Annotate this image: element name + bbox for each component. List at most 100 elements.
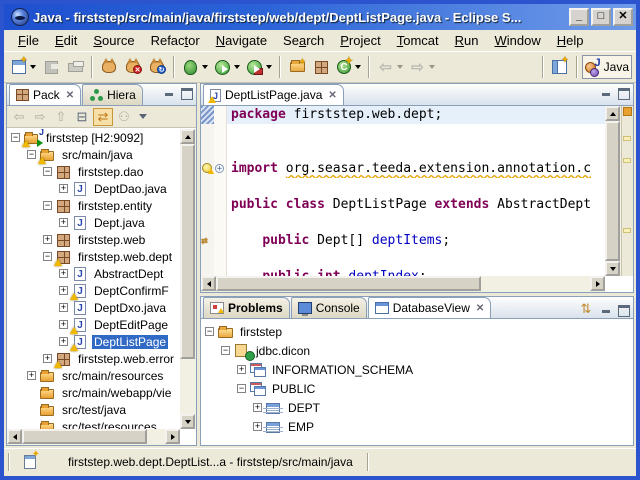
code-line[interactable]: ⇄ public Dept[] deptItems;: [201, 232, 605, 250]
package-tree-hscrollbar[interactable]: [7, 429, 180, 445]
expand-icon[interactable]: +: [59, 303, 68, 312]
editor-hscrollbar[interactable]: [201, 276, 605, 292]
close-button[interactable]: ✕: [613, 8, 633, 26]
tree-item[interactable]: +DeptDxo.java: [7, 299, 180, 316]
expand-icon[interactable]: +: [27, 371, 36, 380]
scroll-right-button[interactable]: [165, 429, 180, 444]
warning-marker[interactable]: [623, 136, 631, 141]
run-button[interactable]: [211, 55, 243, 79]
expand-icon[interactable]: +: [59, 286, 68, 295]
code-line[interactable]: [201, 178, 605, 196]
menu-item-run[interactable]: Run: [447, 31, 487, 50]
collapse-icon[interactable]: −: [43, 252, 52, 261]
scroll-left-button[interactable]: [201, 276, 216, 291]
package-tree-vscrollbar[interactable]: [180, 129, 196, 429]
editor-tab-deptlistpage.java[interactable]: DeptListPage.java✕: [203, 84, 344, 105]
print-button[interactable]: [63, 55, 87, 79]
collapse-icon[interactable]: −: [205, 327, 214, 336]
tomcat-stop-button[interactable]: ✕: [121, 55, 145, 79]
tree-item[interactable]: src/main/webapp/vie: [7, 384, 180, 401]
code-line[interactable]: +import org.seasar.teeda.extension.annot…: [201, 160, 605, 178]
warning-marker[interactable]: [623, 158, 631, 163]
tree-item[interactable]: −Jfirststep [H2:9092]: [7, 129, 180, 146]
menu-item-search[interactable]: Search: [275, 31, 332, 50]
scroll-left-button[interactable]: [7, 429, 22, 444]
tomcat-start-button[interactable]: [97, 55, 121, 79]
expand-icon[interactable]: +: [59, 218, 68, 227]
title-bar[interactable]: Java - firststep/src/main/java/firststep…: [4, 4, 636, 30]
maximize-view-icon[interactable]: [617, 304, 630, 315]
package-explorer-tree[interactable]: −Jfirststep [H2:9092]−src/main/java−firs…: [7, 129, 180, 429]
tree-item[interactable]: −firststep.web.dept: [7, 248, 180, 265]
view-menu-icon[interactable]: [139, 114, 147, 119]
expand-icon[interactable]: +: [59, 337, 68, 346]
menu-item-window[interactable]: Window: [486, 31, 548, 50]
collapse-icon[interactable]: −: [43, 167, 52, 176]
code-line[interactable]: [201, 214, 605, 232]
fold-expand-icon[interactable]: +: [215, 164, 224, 173]
menu-item-tomcat[interactable]: Tomcat: [389, 31, 447, 50]
tree-item[interactable]: +src/main/resources: [7, 367, 180, 384]
new-java-class-button[interactable]: C: [333, 55, 364, 79]
collapse-icon[interactable]: −: [43, 201, 52, 210]
collapse-icon[interactable]: −: [221, 346, 230, 355]
expand-icon[interactable]: +: [59, 269, 68, 278]
back-button[interactable]: ⇦: [9, 108, 29, 126]
menu-item-navigate[interactable]: Navigate: [208, 31, 275, 50]
expand-icon[interactable]: +: [253, 403, 262, 412]
forward-button[interactable]: ⇨: [406, 55, 438, 79]
tree-item[interactable]: src/test/java: [7, 401, 180, 418]
forward-button[interactable]: ⇨: [30, 108, 50, 126]
expand-icon[interactable]: +: [59, 320, 68, 329]
open-perspective-button[interactable]: [548, 55, 572, 79]
minimize-button[interactable]: _: [569, 8, 589, 26]
link-with-editor-button[interactable]: ⇄: [93, 108, 113, 126]
back-button[interactable]: ⇦: [374, 55, 406, 79]
expand-icon[interactable]: +: [253, 422, 262, 431]
tree-item[interactable]: −src/main/java: [7, 146, 180, 163]
maximize-button[interactable]: □: [591, 8, 611, 26]
editor-vscrollbar[interactable]: [605, 106, 621, 276]
scroll-down-button[interactable]: [605, 261, 620, 276]
view-tab-console[interactable]: Console: [291, 297, 367, 318]
code-line[interactable]: [201, 124, 605, 142]
tree-item[interactable]: +Dept.java: [7, 214, 180, 231]
tree-item[interactable]: −firststep.dao: [7, 163, 180, 180]
debug-button[interactable]: [179, 55, 211, 79]
tree-item[interactable]: +DeptEditPage: [7, 316, 180, 333]
tree-item[interactable]: src/test/resources: [7, 418, 180, 429]
menu-item-project[interactable]: Project: [332, 31, 388, 50]
tree-item[interactable]: −firststep.entity: [7, 197, 180, 214]
code-line[interactable]: public int deptIndex;: [201, 268, 605, 276]
overview-ruler[interactable]: [621, 106, 633, 276]
new-java-package-button[interactable]: [309, 55, 333, 79]
hscroll-thumb[interactable]: [216, 276, 481, 291]
expand-icon[interactable]: +: [43, 354, 52, 363]
scroll-down-button[interactable]: [180, 414, 195, 429]
scroll-right-button[interactable]: [590, 276, 605, 291]
tree-item[interactable]: −jdbc.dicon: [201, 341, 633, 360]
close-tab-icon[interactable]: ✕: [474, 303, 484, 314]
refresh-database-icon[interactable]: ⇅: [576, 300, 596, 318]
tree-item[interactable]: +EMP: [201, 417, 633, 436]
view-tab-problems[interactable]: Problems: [203, 297, 290, 318]
view-tab-databaseview[interactable]: DatabaseView✕: [368, 297, 492, 318]
focus-button[interactable]: ⚇: [114, 108, 134, 126]
code-editor-area[interactable]: package firststep.web.dept;+import org.s…: [201, 106, 605, 276]
tomcat-restart-button[interactable]: ↻: [145, 55, 169, 79]
external-tools-button[interactable]: [243, 55, 275, 79]
collapse-icon[interactable]: −: [27, 150, 36, 159]
vscroll-thumb[interactable]: [180, 144, 195, 359]
collapse-icon[interactable]: −: [237, 384, 246, 393]
expand-icon[interactable]: +: [59, 184, 68, 193]
view-tab-hiera[interactable]: Hiera: [82, 84, 143, 105]
database-view-tree[interactable]: −firststep−jdbc.dicon+INFORMATION_SCHEMA…: [201, 320, 633, 445]
menu-item-source[interactable]: Source: [85, 31, 142, 50]
new-java-project-button[interactable]: [285, 55, 309, 79]
menu-item-edit[interactable]: Edit: [47, 31, 85, 50]
tree-item[interactable]: +DeptListPage: [7, 333, 180, 350]
menu-item-refactor[interactable]: Refactor: [143, 31, 208, 50]
tree-item[interactable]: −PUBLIC: [201, 379, 633, 398]
collapse-icon[interactable]: −: [11, 133, 20, 142]
minimize-view-icon[interactable]: [163, 87, 176, 98]
